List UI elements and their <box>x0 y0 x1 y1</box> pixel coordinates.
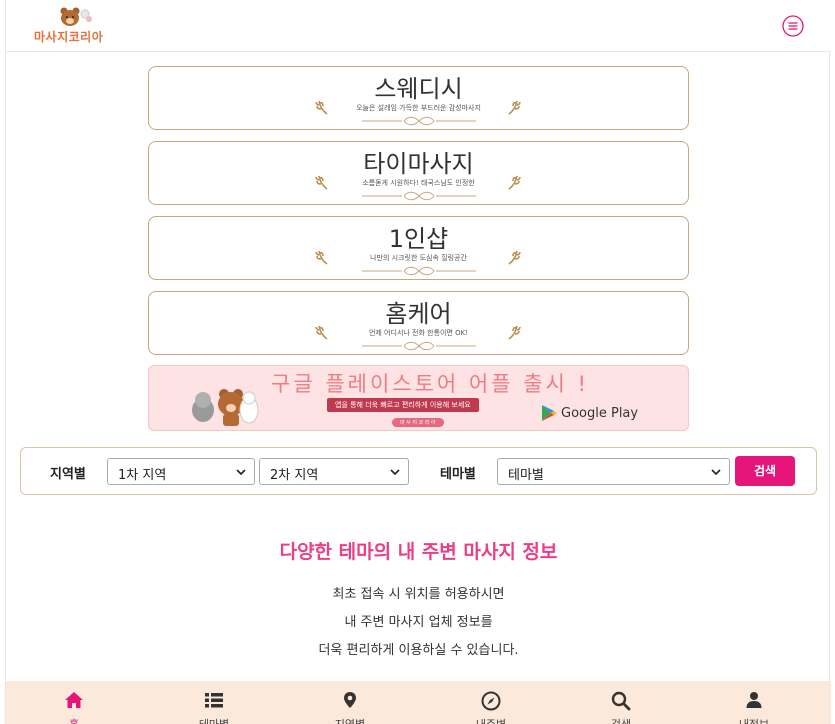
theme-card-swedish[interactable]: 스웨디시 오늘은 설레임 가득한 부드러운 감성마사지 <box>148 66 689 130</box>
ornament-divider-icon <box>362 116 476 126</box>
theme-subtitle: 오늘은 설레임 가득한 부드러운 감성마사지 <box>356 104 481 112</box>
home-icon <box>65 692 83 708</box>
page-frame: 마사지코리아 스웨디시 오늘은 설레임 가득한 부드러운 감성마사지 타이마사지… <box>5 0 831 724</box>
banner-subtitle: 앱을 통해 더욱 빠르고 편리하게 이용해 보세요 <box>327 398 479 412</box>
info-line: 내 주변 마사지 업체 정보를 <box>344 615 493 630</box>
theme-subtitle: 나만의 시크릿한 도심속 힐링공간 <box>370 254 467 262</box>
ornament-divider-icon <box>362 266 476 276</box>
ornament-divider-icon <box>362 341 476 351</box>
menu-circle-icon <box>782 15 804 37</box>
google-play-label: Google Play <box>561 406 639 421</box>
nav-label: 지역별 <box>290 716 410 724</box>
nav-search[interactable]: 검색 <box>561 681 681 724</box>
nav-theme[interactable]: 테마별 <box>154 681 274 724</box>
theme-select[interactable]: 테마별 <box>497 458 730 485</box>
chevron-down-icon <box>711 469 721 476</box>
chevron-down-icon <box>390 469 400 476</box>
theme-title: 1인샵 <box>388 225 449 253</box>
search-filter-bar: 지역별 1차 지역 2차 지역 테마별 테마별 검색 <box>20 447 817 495</box>
nav-myinfo[interactable]: 내정보 <box>694 681 814 724</box>
mascot-characters-icon <box>192 389 259 426</box>
bear-mascot-icon <box>60 7 92 26</box>
nav-label: 내주변 <box>431 716 551 724</box>
site-logo[interactable]: 마사지코리아 <box>34 6 114 46</box>
logo-text: 마사지코리아 <box>34 30 104 44</box>
nav-nearby[interactable]: 내주변 <box>431 681 551 724</box>
theme-title: 타이마사지 <box>363 150 474 178</box>
region-label: 지역별 <box>50 467 86 482</box>
laurel-right-icon <box>508 100 521 115</box>
nav-home[interactable]: 홈 <box>14 681 134 724</box>
banner-brand-tag: 마 사 지 코 리 아 <box>392 418 444 427</box>
theme-card-thai[interactable]: 타이마사지 소름돋게 시원하다! 태국스님도 인정한 <box>148 141 689 205</box>
laurel-right-icon <box>508 250 521 265</box>
theme-title: 홈케어 <box>385 300 452 328</box>
chevron-down-icon <box>236 469 246 476</box>
laurel-right-icon <box>508 325 521 340</box>
map-marker-icon <box>344 692 356 708</box>
search-button[interactable]: 검색 <box>735 456 795 486</box>
user-icon <box>746 692 762 708</box>
google-play-icon <box>542 405 557 421</box>
region1-select[interactable]: 1차 지역 <box>107 458 255 485</box>
top-header: 마사지코리아 <box>6 0 831 52</box>
nav-label: 검색 <box>561 716 681 724</box>
bottom-nav: 홈 테마별 지역별 내주변 검색 내정보 <box>6 681 831 724</box>
info-line: 더욱 편리하게 이용하실 수 있습니다. <box>318 643 519 658</box>
nav-label: 내정보 <box>694 716 814 724</box>
menu-button[interactable] <box>781 14 805 38</box>
list-icon <box>205 693 223 708</box>
theme-subtitle: 언제 어디서나 전화 한통이면 OK! <box>368 329 469 337</box>
google-play-banner[interactable]: 구글 플레이스토어 어플 출시 ! 앱을 통해 더욱 빠르고 편리하게 이용해 … <box>148 365 689 431</box>
theme-select-value: 테마별 <box>508 468 544 483</box>
info-line: 최초 접속 시 위치를 허용하시면 <box>332 587 505 602</box>
nav-label: 테마별 <box>154 716 274 724</box>
theme-subtitle: 소름돋게 시원하다! 태국스님도 인정한 <box>362 179 475 187</box>
nav-region[interactable]: 지역별 <box>290 681 410 724</box>
laurel-right-icon <box>508 175 521 190</box>
nav-label: 홈 <box>14 716 134 724</box>
region2-select[interactable]: 2차 지역 <box>259 458 409 485</box>
theme-label: 테마별 <box>440 467 476 482</box>
theme-card-homecare[interactable]: 홈케어 언제 어디서나 전화 한통이면 OK! <box>148 291 689 355</box>
compass-icon <box>481 691 501 711</box>
region1-value: 1차 지역 <box>118 468 167 483</box>
search-icon <box>611 691 631 711</box>
banner-title: 구글 플레이스토어 어플 출시 ! <box>271 372 589 396</box>
info-title: 다양한 테마의 내 주변 마사지 정보 <box>279 541 558 563</box>
region2-value: 2차 지역 <box>270 468 319 483</box>
ornament-divider-icon <box>362 191 476 201</box>
theme-card-one-person-shop[interactable]: 1인샵 나만의 시크릿한 도심속 힐링공간 <box>148 216 689 280</box>
theme-title: 스웨디시 <box>374 75 463 103</box>
